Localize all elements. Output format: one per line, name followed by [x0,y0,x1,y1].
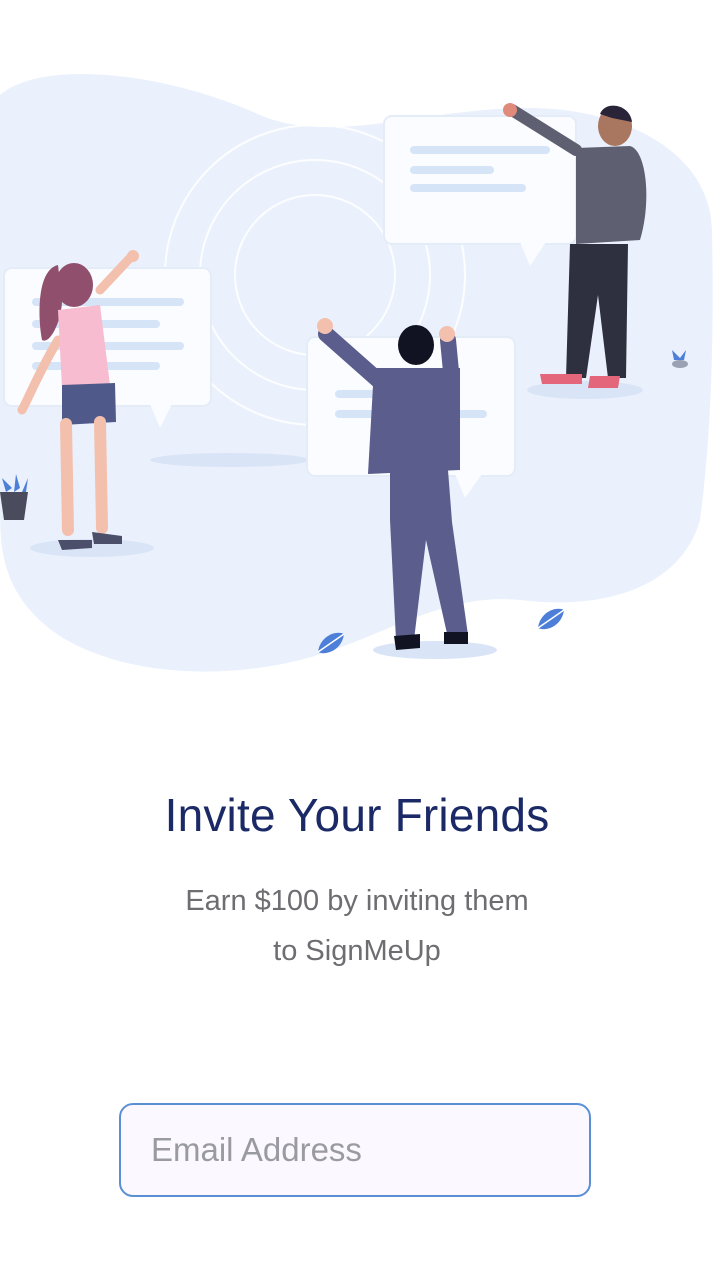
invite-subtitle: Earn $100 by inviting them to SignMeUp [0,876,714,976]
email-field[interactable] [119,1103,591,1197]
page-title: Invite Your Friends [164,789,550,841]
subtitle-line: to SignMeUp [273,935,441,967]
floor-shadow [150,453,310,467]
people-with-chat-bubbles-illustration [0,73,713,672]
subtitle-line: Earn $100 by inviting them [185,885,529,917]
leaf-icon [537,608,565,630]
floor-shadow [373,641,497,659]
